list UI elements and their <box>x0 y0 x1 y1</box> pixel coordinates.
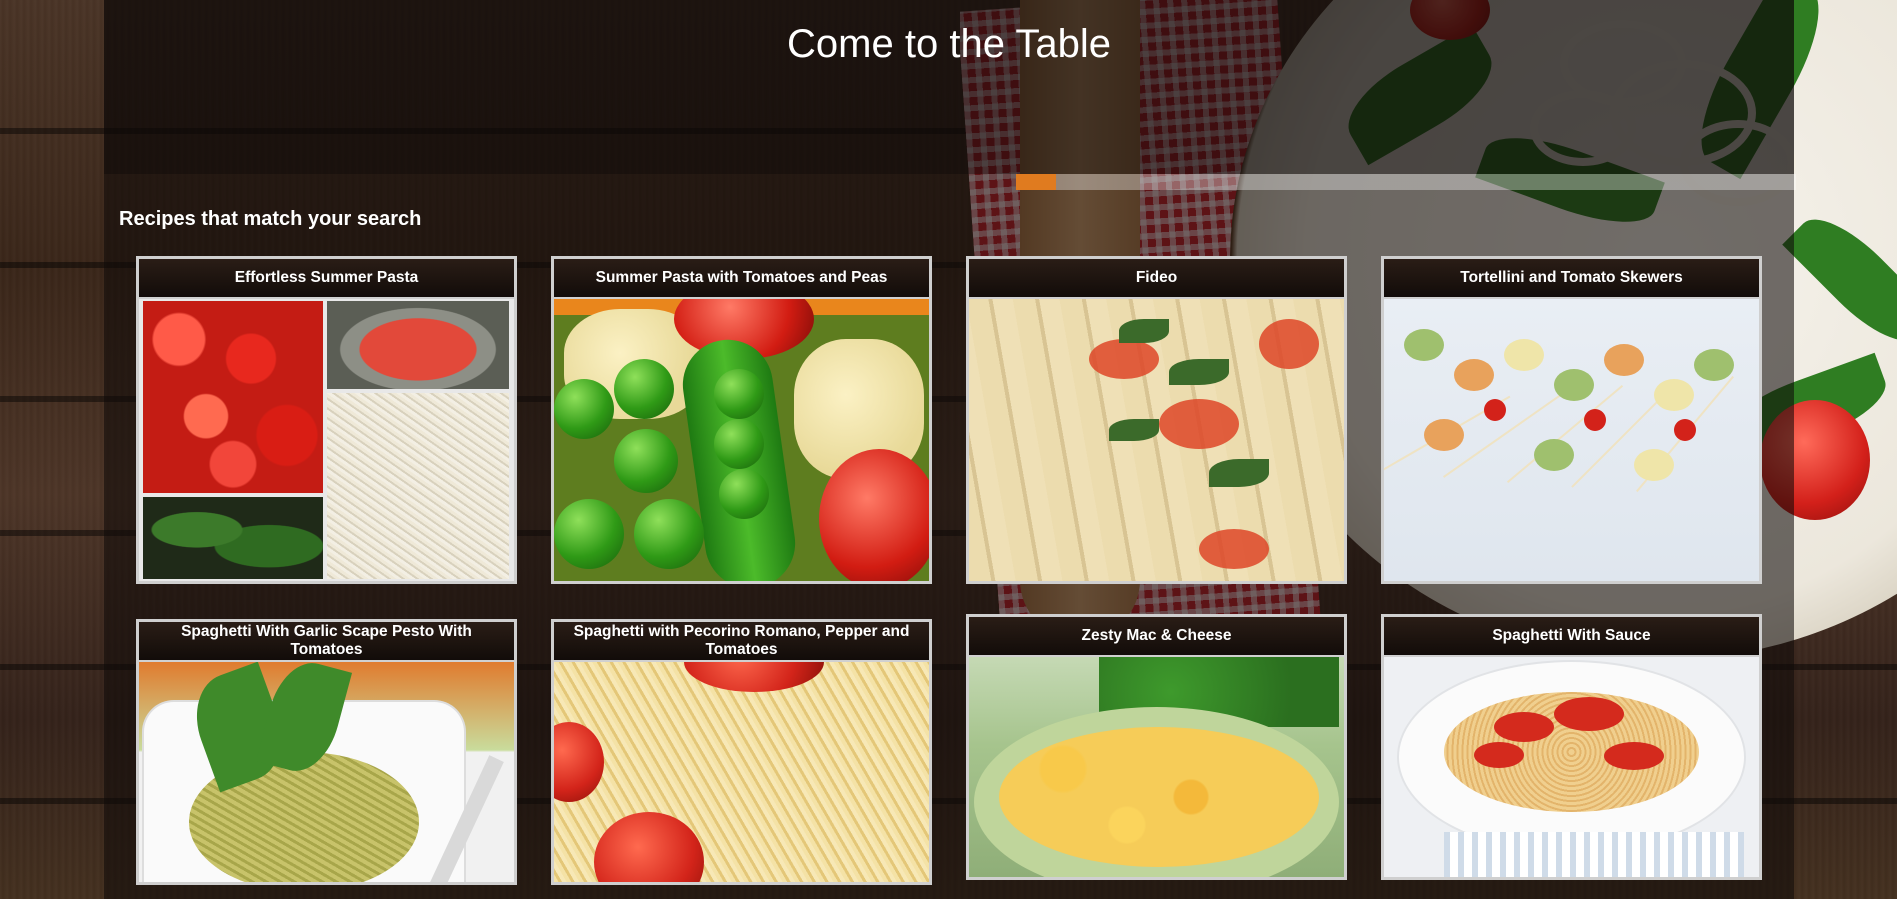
recipe-card[interactable]: Summer Pasta with Tomatoes and Peas <box>551 256 932 584</box>
spaghetti-sauce-image[interactable] <box>1384 657 1759 877</box>
recipe-card[interactable]: Effortless Summer Pasta <box>136 256 517 584</box>
recipe-card[interactable]: Tortellini and Tomato Skewers <box>1381 256 1762 584</box>
results-heading: Recipes that match your search <box>119 208 422 230</box>
recipe-title[interactable]: Effortless Summer Pasta <box>139 259 514 299</box>
recipe-card[interactable]: Spaghetti with Pecorino Romano, Pepper a… <box>551 619 932 885</box>
site-title: Come to the Table <box>787 22 1111 66</box>
recipe-title[interactable]: Summer Pasta with Tomatoes and Peas <box>554 259 929 299</box>
mac-cheese-image[interactable] <box>969 657 1344 877</box>
recipe-title[interactable]: Spaghetti With Garlic Scape Pesto With T… <box>139 622 514 662</box>
recipe-card[interactable]: Fideo <box>966 256 1347 584</box>
recipe-card[interactable]: Spaghetti With Garlic Scape Pesto With T… <box>136 619 517 885</box>
pasta-collage-image[interactable] <box>139 299 514 581</box>
recipe-title[interactable]: Zesty Mac & Cheese <box>969 617 1344 657</box>
header-divider <box>1016 174 1796 190</box>
fideo-image[interactable] <box>969 299 1344 581</box>
peas-pasta-image[interactable] <box>554 299 929 581</box>
recipe-title[interactable]: Spaghetti With Sauce <box>1384 617 1759 657</box>
recipe-card[interactable]: Zesty Mac & Cheese <box>966 614 1347 880</box>
pesto-spaghetti-image[interactable] <box>139 662 514 882</box>
pecorino-spaghetti-image[interactable] <box>554 662 929 882</box>
recipe-card[interactable]: Spaghetti With Sauce <box>1381 614 1762 880</box>
recipe-title[interactable]: Tortellini and Tomato Skewers <box>1384 259 1759 299</box>
recipe-title[interactable]: Fideo <box>969 259 1344 299</box>
recipe-title[interactable]: Spaghetti with Pecorino Romano, Pepper a… <box>554 622 929 662</box>
skewers-image[interactable] <box>1384 299 1759 581</box>
